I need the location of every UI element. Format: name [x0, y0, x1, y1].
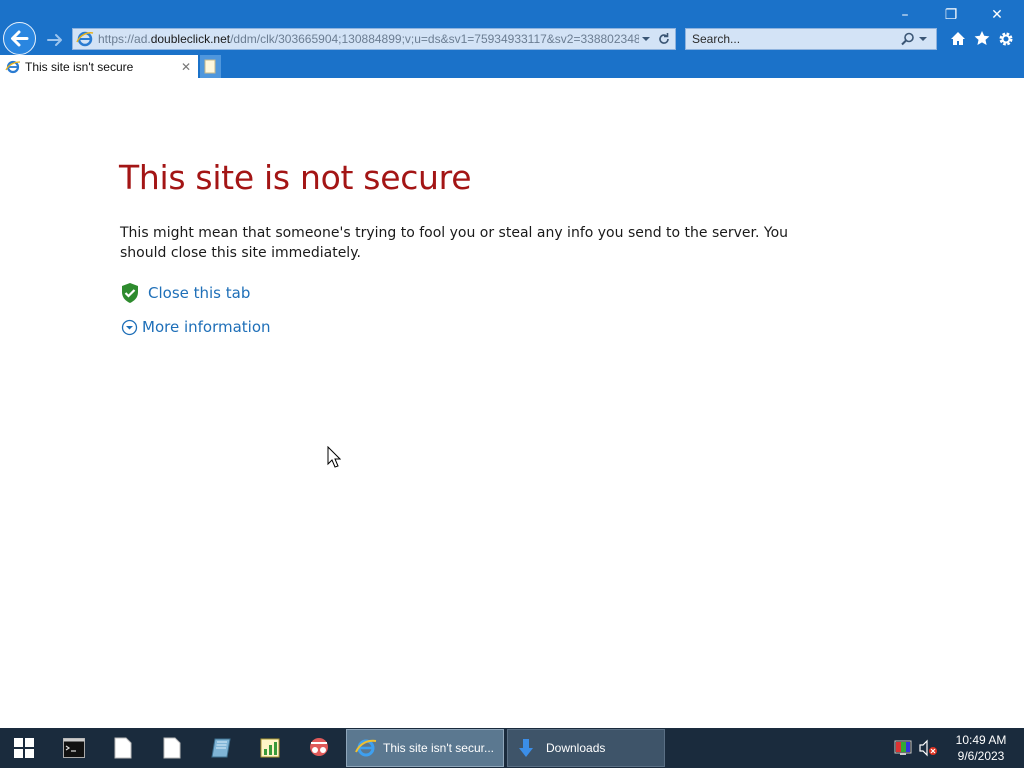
taskbar-snipping-tool[interactable] — [297, 728, 341, 768]
forward-button[interactable] — [43, 28, 67, 52]
document-icon — [163, 737, 181, 759]
forward-arrow-icon — [47, 34, 62, 46]
taskbar-command-prompt[interactable] — [52, 728, 96, 768]
clock-time: 10:49 AM — [955, 733, 1007, 747]
search-icon[interactable] — [900, 31, 916, 47]
tab-close-icon[interactable]: ✕ — [178, 60, 194, 74]
back-arrow-icon — [11, 30, 29, 47]
taskbar-window-browser[interactable]: This site isn't secur... — [346, 729, 504, 767]
window-controls: – ❐ ✕ — [882, 4, 1020, 26]
home-icon[interactable] — [948, 28, 968, 50]
back-button[interactable] — [3, 22, 36, 55]
refresh-icon[interactable] — [655, 30, 673, 48]
url-scheme-host: https://ad. — [98, 32, 151, 46]
url-path: /ddm/clk/303665904;130884899;v;u=ds&sv1=… — [230, 32, 639, 46]
search-dropdown-icon[interactable] — [916, 32, 930, 46]
more-information-link[interactable]: More information — [121, 318, 271, 336]
ie-tab-icon — [5, 60, 21, 73]
tab-title: This site isn't secure — [25, 59, 134, 74]
minimize-button[interactable]: – — [882, 4, 928, 26]
scissors-icon — [310, 738, 328, 756]
notebook-icon — [211, 738, 231, 758]
taskbar-chart-app[interactable] — [248, 728, 292, 768]
more-information-label[interactable]: More information — [142, 318, 271, 336]
system-tray: 10:49 AM 9/6/2023 — [894, 728, 1024, 768]
mouse-pointer-icon — [327, 445, 342, 472]
taskbar-window-downloads[interactable]: Downloads — [507, 729, 665, 767]
toolbar-icons — [948, 28, 1016, 50]
command-prompt-icon — [63, 738, 85, 758]
settings-gear-icon[interactable] — [996, 28, 1016, 50]
tab-current[interactable]: This site isn't secure ✕ — [0, 55, 198, 78]
taskbar-window-label: Downloads — [546, 741, 606, 755]
page-title: This site is not secure — [119, 158, 472, 197]
display-color-icon[interactable] — [894, 739, 912, 757]
chart-document-icon — [260, 738, 280, 758]
taskbar-notebook[interactable] — [199, 728, 243, 768]
download-arrow-icon — [519, 739, 533, 757]
close-tab-label[interactable]: Close this tab — [148, 284, 250, 302]
chevron-down-circle-icon — [121, 319, 138, 335]
address-bar[interactable]: https://ad.doubleclick.net/ddm/clk/30366… — [72, 28, 676, 50]
document-icon — [114, 737, 132, 759]
search-box[interactable]: Search... — [685, 28, 937, 50]
volume-muted-icon[interactable] — [918, 739, 938, 757]
address-url[interactable]: https://ad.doubleclick.net/ddm/clk/30366… — [94, 32, 639, 46]
taskbar-document-2[interactable] — [150, 728, 194, 768]
favorites-star-icon[interactable] — [972, 28, 992, 50]
taskbar-document-1[interactable] — [101, 728, 145, 768]
clock-date: 9/6/2023 — [957, 749, 1005, 763]
browser-chrome: – ❐ ✕ https://ad.doubleclick.net/ddm/clk… — [0, 0, 1024, 78]
taskbar-window-label: This site isn't secur... — [383, 741, 494, 755]
internet-explorer-icon — [355, 739, 377, 757]
url-domain: doubleclick.net — [150, 32, 231, 46]
windows-logo-icon — [14, 738, 34, 758]
new-tab-icon — [204, 59, 216, 74]
restore-button[interactable]: ❐ — [928, 4, 974, 26]
close-window-button[interactable]: ✕ — [974, 4, 1020, 26]
ie-page-icon — [76, 31, 94, 47]
dropdown-arrow-icon[interactable] — [639, 32, 653, 46]
shield-check-icon — [122, 283, 138, 303]
new-tab-button[interactable] — [200, 55, 221, 78]
warning-description: This might mean that someone's trying to… — [120, 225, 789, 261]
clock[interactable]: 10:49 AM 9/6/2023 — [948, 732, 1014, 764]
taskbar: This site isn't secur... Downloads 10:49… — [0, 728, 1024, 768]
close-tab-link[interactable]: Close this tab — [120, 282, 250, 304]
search-input[interactable]: Search... — [686, 32, 900, 46]
start-button[interactable] — [2, 728, 46, 768]
